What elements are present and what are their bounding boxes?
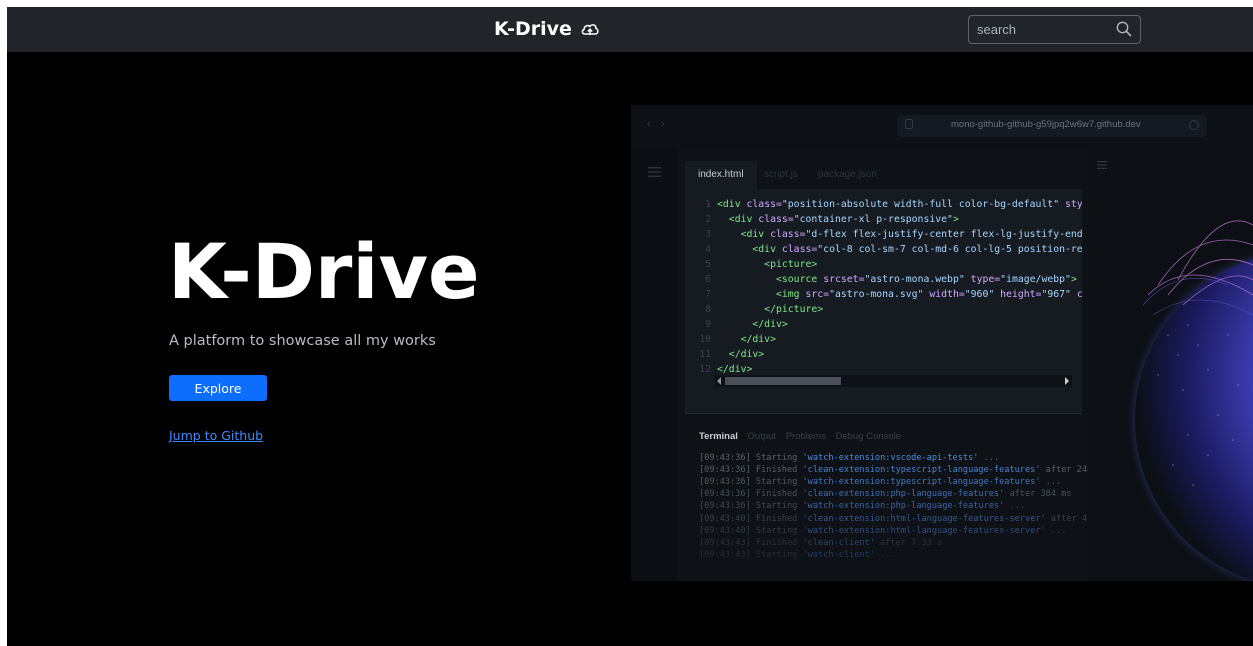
editor-url-bar: mono-github-github-g59jpq2w6w7.github.de… [897, 115, 1207, 137]
editor-url: mono-github-github-g59jpq2w6w7.github.de… [951, 119, 1141, 130]
brand[interactable]: K-Drive [494, 16, 600, 42]
refresh-icon [1189, 120, 1199, 130]
search-icon[interactable] [1115, 20, 1133, 38]
terminal-line: [09:43:43] Finished 'clean-client' after… [699, 537, 943, 548]
editor-topbar: ‹› mono-github-github-g59jpq2w6w7.github… [631, 105, 1253, 149]
terminal-line: [09:43:36] Starting 'watch-extension:typ… [699, 477, 1062, 488]
terminal-line: [09:43:36] Starting 'watch-extension:vsc… [699, 453, 1000, 463]
lock-icon [905, 119, 913, 129]
editor-preview-pane [1088, 149, 1253, 581]
editor-tab-package: package.json [818, 169, 877, 180]
terminal-line: [09:43:36] Finished 'clean-extension:php… [699, 489, 1072, 500]
globe-illustration [1125, 220, 1253, 581]
search-input[interactable] [977, 20, 1107, 39]
cloud-upload-icon [581, 24, 599, 35]
navbar: K-Drive [7, 7, 1253, 52]
terminal-line: [09:43:40] Starting 'watch-extension:htm… [699, 525, 1067, 536]
terminal-panel: Terminal Output Problems Debug Console [… [685, 414, 1097, 581]
menu-icon [648, 167, 661, 177]
hero-subtitle: A platform to showcase all my works [169, 333, 436, 349]
scroll-right-icon [1065, 377, 1069, 385]
nav-arrows-icon: ‹› [645, 117, 673, 132]
explore-button[interactable]: Explore [169, 375, 267, 401]
menu-icon [1097, 161, 1107, 169]
code-scrollbar [715, 375, 1072, 387]
hero-title: K-Drive [168, 227, 480, 316]
scroll-left-icon [717, 377, 721, 385]
code-area: 1 <div class="position-absolute width-ful… [685, 189, 1082, 413]
terminal-line: [09:43:40] Finished 'clean-extension:htm… [699, 513, 1098, 524]
terminal-tab-terminal: Terminal [699, 431, 738, 442]
editor-activity-bar [631, 149, 678, 581]
terminal-line: [09:43:36] Starting 'watch-extension:php… [699, 501, 1025, 512]
editor-tabs: index.html script.js package.json [685, 149, 1082, 189]
github-link[interactable]: Jump to Github [169, 428, 263, 443]
terminal-tabs: Terminal Output Problems Debug Console [699, 431, 908, 442]
terminal-line: [09:43:43] Starting 'watch-client' ... [699, 549, 896, 560]
brand-name[interactable]: K-Drive [494, 18, 572, 40]
terminal-tab-output: Output [747, 431, 777, 442]
editor-tab-index: index.html [685, 161, 757, 189]
terminal-tab-debug: Debug Console [835, 431, 901, 442]
terminal-line: [09:43:36] Finished 'clean-extension:typ… [699, 465, 1093, 476]
search-box [968, 15, 1141, 44]
scrollbar-thumb [725, 377, 841, 385]
app-root: K-Drive K-Drive A platform to showcase a… [7, 7, 1253, 646]
editor-preview: ‹› mono-github-github-g59jpq2w6w7.github… [631, 105, 1253, 581]
preview-header [1088, 149, 1253, 185]
terminal-tab-problems: Problems [785, 431, 826, 442]
editor-tab-script: script.js [764, 169, 798, 180]
